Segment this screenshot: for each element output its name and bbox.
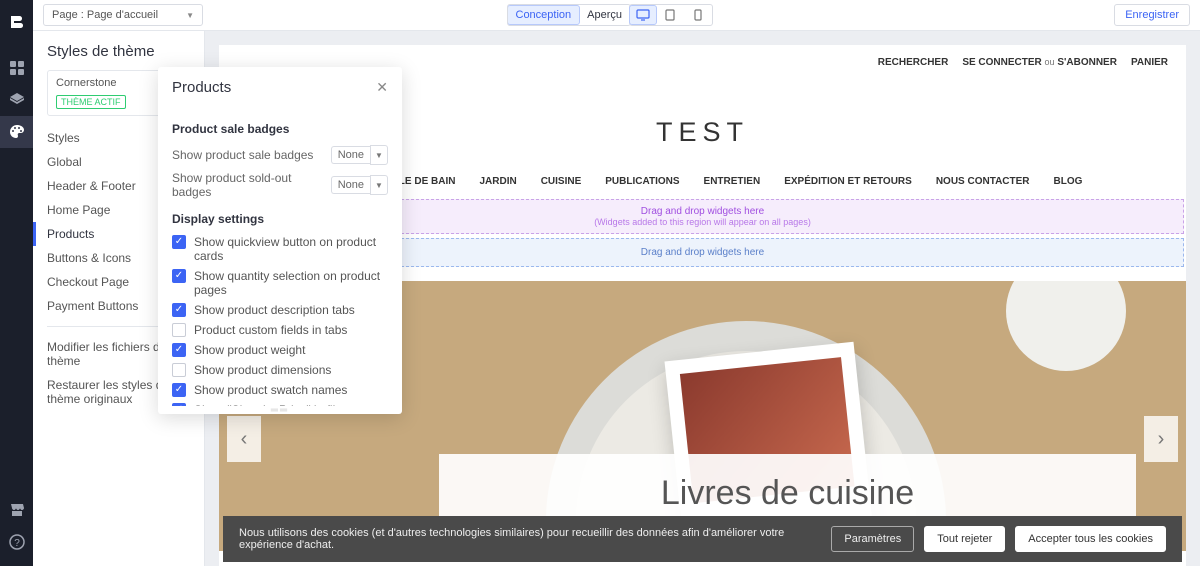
theme-icon[interactable] <box>0 116 33 148</box>
help-icon[interactable]: ? <box>0 526 33 558</box>
chevron-down-icon[interactable]: ▼ <box>370 175 388 195</box>
mode-toggle: Conception Aperçu <box>507 4 632 26</box>
row-label: Show product sale badges <box>172 148 313 162</box>
mainnav-item[interactable]: ENTRETIEN <box>704 176 761 187</box>
widgets-icon[interactable] <box>0 52 33 84</box>
checkbox-label: Show quantity selection on product pages <box>194 269 388 297</box>
checkbox-row: Show quantity selection on product pages <box>172 266 388 300</box>
mainnav-item[interactable]: NOUS CONTACTER <box>936 176 1030 187</box>
logo-icon[interactable] <box>0 6 33 38</box>
mainnav-item[interactable]: BLOG <box>1054 176 1083 187</box>
device-tablet[interactable] <box>656 5 684 25</box>
icon-rail: ? <box>0 0 33 566</box>
row-sale-badges: Show product sale badges None ▼ <box>172 142 388 168</box>
mode-preview[interactable]: Aperçu <box>579 5 630 25</box>
save-button[interactable]: Enregistrer <box>1114 4 1190 26</box>
checkbox-label: Show product weight <box>194 343 305 357</box>
checkbox-label: Show product description tabs <box>194 303 355 317</box>
cookie-message: Nous utilisons des cookies (et d'autres … <box>239 527 821 551</box>
checkbox-row: Show product swatch names <box>172 380 388 400</box>
soldout-badges-select[interactable]: None <box>331 176 370 194</box>
topnav-search[interactable]: RECHERCHER <box>878 57 949 68</box>
checkbox[interactable] <box>172 323 186 337</box>
svg-text:?: ? <box>14 538 20 549</box>
mainnav-item[interactable]: PUBLICATIONS <box>605 176 679 187</box>
sidebar-title: Styles de thème <box>33 43 204 70</box>
checkbox[interactable] <box>172 403 186 406</box>
device-desktop[interactable] <box>629 5 657 25</box>
section-sale-badges: Product sale badges <box>172 122 388 136</box>
checkbox[interactable] <box>172 383 186 397</box>
drop-region-text: Drag and drop widgets here <box>641 206 764 217</box>
display-checks: Show quickview button on product cards Sh… <box>172 232 388 406</box>
row-label: Show product sold-out badges <box>172 171 302 199</box>
hero-title: Livres de cuisine <box>469 474 1106 513</box>
checkbox-label: Show product dimensions <box>194 363 331 377</box>
checkbox-row: Show product weight <box>172 340 388 360</box>
cookie-params-button[interactable]: Paramètres <box>831 526 914 552</box>
checkbox[interactable] <box>172 269 186 283</box>
products-popover: Products ✕ Product sale badges Show prod… <box>158 67 402 414</box>
popover-body: Product sale badges Show product sale ba… <box>158 106 402 406</box>
row-soldout-badges: Show product sold-out badges None ▼ <box>172 168 388 202</box>
checkbox[interactable] <box>172 235 186 249</box>
topnav-ou: ou <box>1045 57 1055 67</box>
page-select-label: Page : Page d'accueil <box>52 9 158 21</box>
chevron-down-icon: ▼ <box>186 11 194 20</box>
device-toggle <box>629 4 713 26</box>
mode-design[interactable]: Conception <box>507 5 581 25</box>
sale-badges-select[interactable]: None <box>331 146 370 164</box>
checkbox[interactable] <box>172 343 186 357</box>
carousel-prev-button[interactable]: ‹ <box>227 416 261 462</box>
topnav-cart[interactable]: PANIER <box>1131 57 1168 68</box>
mainnav-item[interactable]: EXPÉDITION ET RETOURS <box>784 176 912 187</box>
hero-cup-graphic <box>1006 281 1126 371</box>
section-display: Display settings <box>172 212 388 226</box>
checkbox-row: Show product description tabs <box>172 300 388 320</box>
checkbox-row: Product custom fields in tabs <box>172 320 388 340</box>
theme-active-badge: THÈME ACTIF <box>56 95 126 109</box>
topbar: Page : Page d'accueil ▼ Conception Aperç… <box>33 0 1200 31</box>
checkbox-label: Show product swatch names <box>194 383 347 397</box>
close-icon[interactable]: ✕ <box>376 79 388 96</box>
layers-icon[interactable] <box>0 84 33 116</box>
device-mobile[interactable] <box>684 5 712 25</box>
checkbox[interactable] <box>172 303 186 317</box>
store-icon[interactable] <box>0 494 33 526</box>
cookie-accept-button[interactable]: Accepter tous les cookies <box>1015 526 1166 552</box>
topnav-signin[interactable]: SE CONNECTER <box>962 57 1041 68</box>
mainnav-item[interactable]: CUISINE <box>541 176 582 187</box>
popover-header: Products ✕ <box>158 67 402 106</box>
chevron-down-icon[interactable]: ▼ <box>370 145 388 165</box>
mainnav-item[interactable]: JARDIN <box>479 176 516 187</box>
cookie-reject-button[interactable]: Tout rejeter <box>924 526 1005 552</box>
checkbox-row: Show product dimensions <box>172 360 388 380</box>
checkbox[interactable] <box>172 363 186 377</box>
drop-region-text: Drag and drop widgets here <box>641 247 764 258</box>
checkbox-label: Product custom fields in tabs <box>194 323 347 337</box>
page-select[interactable]: Page : Page d'accueil ▼ <box>43 4 203 26</box>
checkbox-row: Show quickview button on product cards <box>172 232 388 266</box>
carousel-next-button[interactable]: › <box>1144 416 1178 462</box>
popover-title: Products <box>172 79 231 96</box>
topnav-subscribe[interactable]: S'ABONNER <box>1057 57 1117 68</box>
checkbox-label: Show quickview button on product cards <box>194 235 388 263</box>
cookie-banner: Nous utilisons des cookies (et d'autres … <box>223 516 1182 562</box>
resize-handle-icon[interactable]: ══ <box>158 406 402 414</box>
